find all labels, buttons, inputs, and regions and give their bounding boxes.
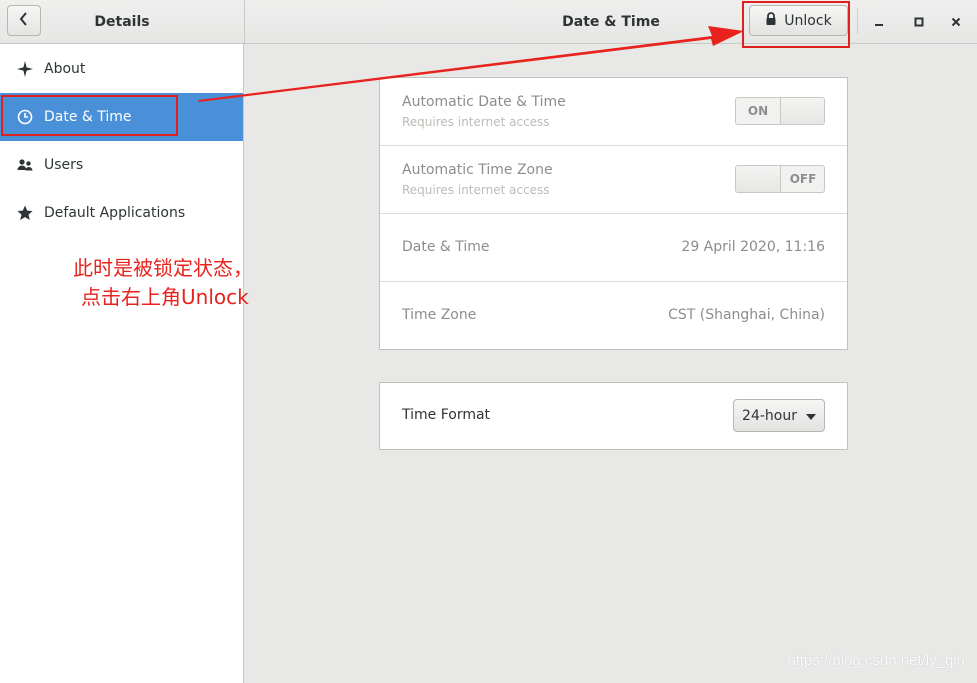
- maximize-button[interactable]: [906, 8, 932, 34]
- row-subtitle: Requires internet access: [402, 115, 550, 129]
- close-button[interactable]: [943, 8, 969, 34]
- maximize-icon: [914, 12, 924, 31]
- sparkle-icon: [16, 60, 34, 78]
- close-icon: [951, 12, 961, 31]
- row-title: Automatic Time Zone: [402, 162, 553, 178]
- time-format-row: Time Format 24-hour: [380, 383, 847, 449]
- switch-knob: [780, 98, 824, 124]
- sidebar-item-users[interactable]: Users: [0, 141, 243, 189]
- switch-knob: [736, 166, 781, 192]
- star-icon: [16, 204, 34, 222]
- date-time-highlight-box: [1, 95, 178, 136]
- sidebar-item-label: Default Applications: [44, 205, 186, 221]
- dropdown-value: 24-hour: [742, 407, 797, 424]
- date-time-settings-list: Automatic Date & Time Requires internet …: [379, 77, 848, 350]
- automatic-time-zone-switch[interactable]: OFF: [735, 165, 825, 193]
- date-time-value: 29 April 2020, 11:16: [681, 239, 825, 255]
- chevron-down-icon: [805, 408, 816, 424]
- watermark-text: https://blog.csdn.net/ly_qiu: [787, 652, 965, 669]
- annotation-text: 此时是被锁定状态， 点击右上角Unlock: [73, 254, 293, 312]
- row-title: Time Zone: [402, 307, 477, 323]
- unlock-highlight-box: [742, 1, 850, 48]
- sidebar: About Date & Time Users Default Applicat…: [0, 44, 253, 683]
- row-subtitle: Requires internet access: [402, 183, 550, 197]
- chevron-left-icon: [19, 11, 29, 30]
- users-icon: [16, 156, 34, 174]
- annotation-line: 此时是被锁定状态，: [73, 256, 253, 280]
- row-title: Time Format: [402, 407, 491, 423]
- time-zone-value: CST (Shanghai, China): [668, 307, 825, 323]
- sidebar-item-label: About: [44, 61, 86, 77]
- minimize-icon: [874, 12, 884, 31]
- minimize-button[interactable]: [866, 8, 892, 34]
- time-format-dropdown[interactable]: 24-hour: [733, 399, 825, 432]
- sidebar-item-label: Users: [44, 157, 84, 173]
- date-time-row[interactable]: Date & Time 29 April 2020, 11:16: [380, 214, 847, 282]
- time-zone-row[interactable]: Time Zone CST (Shanghai, China): [380, 282, 847, 350]
- row-title: Automatic Date & Time: [402, 94, 566, 110]
- back-button[interactable]: [7, 5, 41, 36]
- header-separator: [857, 8, 858, 34]
- sidebar-header: Details: [0, 0, 245, 43]
- switch-off-label: OFF: [789, 172, 817, 186]
- automatic-time-zone-row: Automatic Time Zone Requires internet ac…: [380, 146, 847, 214]
- automatic-date-time-row: Automatic Date & Time Requires internet …: [380, 78, 847, 146]
- annotation-line: 点击右上角Unlock: [81, 285, 249, 309]
- time-format-settings-list: Time Format 24-hour: [379, 382, 848, 450]
- automatic-date-time-switch[interactable]: ON: [735, 97, 825, 125]
- row-title: Date & Time: [402, 239, 490, 255]
- switch-on-label: ON: [747, 104, 769, 118]
- sidebar-item-default-applications[interactable]: Default Applications: [0, 189, 243, 237]
- sidebar-item-about[interactable]: About: [0, 45, 243, 93]
